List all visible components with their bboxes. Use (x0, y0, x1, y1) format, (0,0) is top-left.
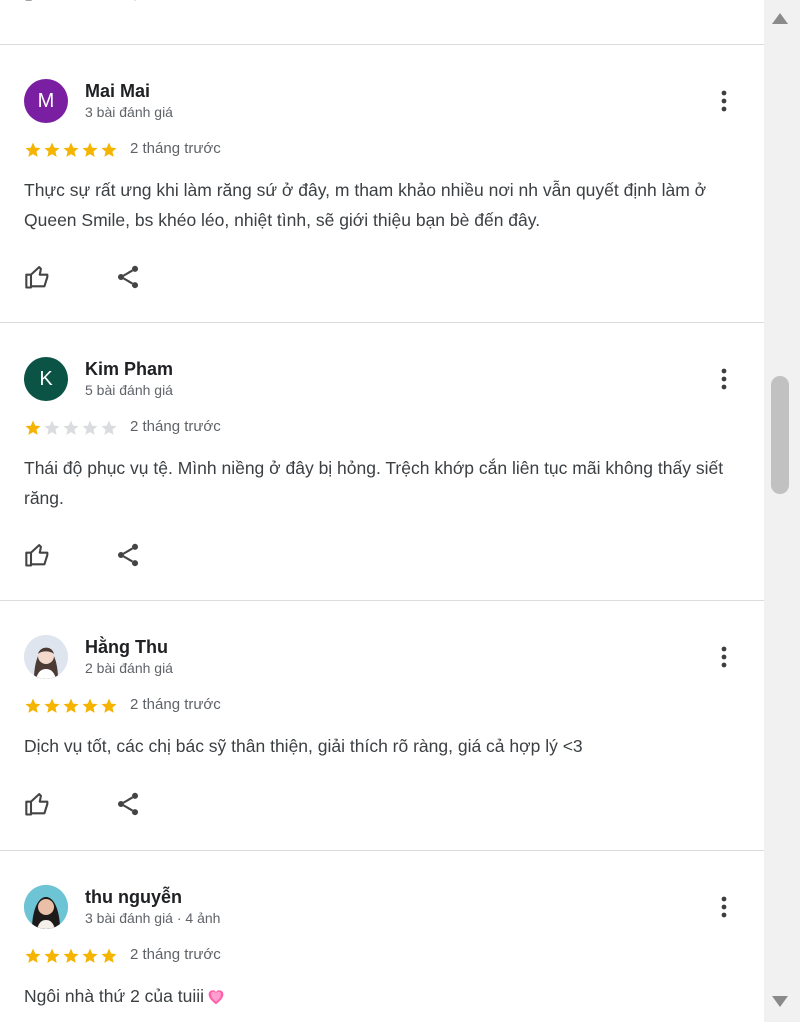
star-filled-icon (25, 698, 41, 713)
star-empty-icon (44, 420, 60, 435)
reviewer-meta: 5 bài đánh giá (85, 382, 173, 398)
star-filled-icon (101, 698, 117, 713)
star-rating (24, 419, 118, 437)
review-text-content: Ngôi nhà thứ 2 của tuiii (24, 986, 205, 1006)
star-filled-icon (44, 698, 60, 713)
star-rating (24, 697, 118, 715)
previous-review-actions (0, 0, 764, 15)
star-filled-icon (25, 948, 41, 963)
avatar[interactable] (24, 635, 68, 679)
star-rating (24, 947, 118, 965)
reviews-pane: M Mai Mai 3 bài đánh giá 2 tháng trước T… (0, 0, 764, 1022)
more-options-icon[interactable] (710, 365, 738, 393)
more-options-icon[interactable] (710, 893, 738, 921)
star-filled-icon (63, 948, 79, 963)
star-filled-icon (82, 948, 98, 963)
like-icon[interactable] (24, 790, 52, 818)
divider (0, 322, 764, 323)
review-time: 2 tháng trước (130, 696, 221, 713)
star-filled-icon (25, 420, 41, 435)
star-filled-icon (101, 948, 117, 963)
scrollbar-thumb[interactable] (771, 376, 789, 494)
star-rating (24, 141, 118, 159)
star-filled-icon (63, 142, 79, 157)
more-options-icon[interactable] (710, 643, 738, 671)
reviewer-name[interactable]: Kim Pham (85, 359, 173, 380)
scroll-down-arrow-icon[interactable] (768, 992, 792, 1012)
reviewer-meta: 3 bài đánh giá · 4 ảnh (85, 910, 221, 926)
reviewer-meta: 3 bài đánh giá (85, 104, 173, 120)
share-icon[interactable] (114, 263, 142, 291)
star-filled-icon (63, 698, 79, 713)
review-time: 2 tháng trước (130, 140, 221, 157)
review-time: 2 tháng trước (130, 418, 221, 435)
divider (0, 600, 764, 601)
star-filled-icon (101, 142, 117, 157)
heart-emoji-icon (208, 990, 224, 1005)
star-filled-icon (44, 142, 60, 157)
reviewer-meta: 2 bài đánh giá (85, 660, 173, 676)
scroll-up-arrow-icon[interactable] (768, 8, 792, 28)
review-text: Dịch vụ tốt, các chị bác sỹ thân thiện, … (24, 736, 583, 756)
star-empty-icon (63, 420, 79, 435)
divider (0, 44, 764, 45)
scrollbar-track[interactable] (764, 0, 800, 1022)
review-time: 2 tháng trước (130, 946, 221, 963)
avatar[interactable]: K (24, 357, 68, 401)
star-filled-icon (25, 142, 41, 157)
share-icon[interactable] (114, 0, 142, 3)
review-text: Ngôi nhà thứ 2 của tuiii (24, 981, 744, 1011)
divider (0, 850, 764, 851)
star-filled-icon (44, 948, 60, 963)
reviewer-name[interactable]: thu nguyễn (85, 887, 182, 908)
star-filled-icon (82, 698, 98, 713)
like-icon[interactable] (24, 263, 52, 291)
reviewer-name[interactable]: Hằng Thu (85, 637, 168, 658)
like-icon[interactable] (24, 541, 52, 569)
avatar[interactable]: M (24, 79, 68, 123)
share-icon[interactable] (114, 790, 142, 818)
review-text: Thái độ phục vụ tệ. Mình niềng ở đây bị … (24, 458, 724, 508)
avatar[interactable] (24, 885, 68, 929)
star-empty-icon (82, 420, 98, 435)
reviewer-name[interactable]: Mai Mai (85, 81, 150, 102)
like-icon[interactable] (24, 0, 52, 3)
share-icon[interactable] (114, 541, 142, 569)
star-filled-icon (82, 142, 98, 157)
more-options-icon[interactable] (710, 87, 738, 115)
star-empty-icon (101, 420, 117, 435)
review-text: Thực sự rất ưng khi làm răng sứ ở đây, m… (24, 180, 707, 230)
